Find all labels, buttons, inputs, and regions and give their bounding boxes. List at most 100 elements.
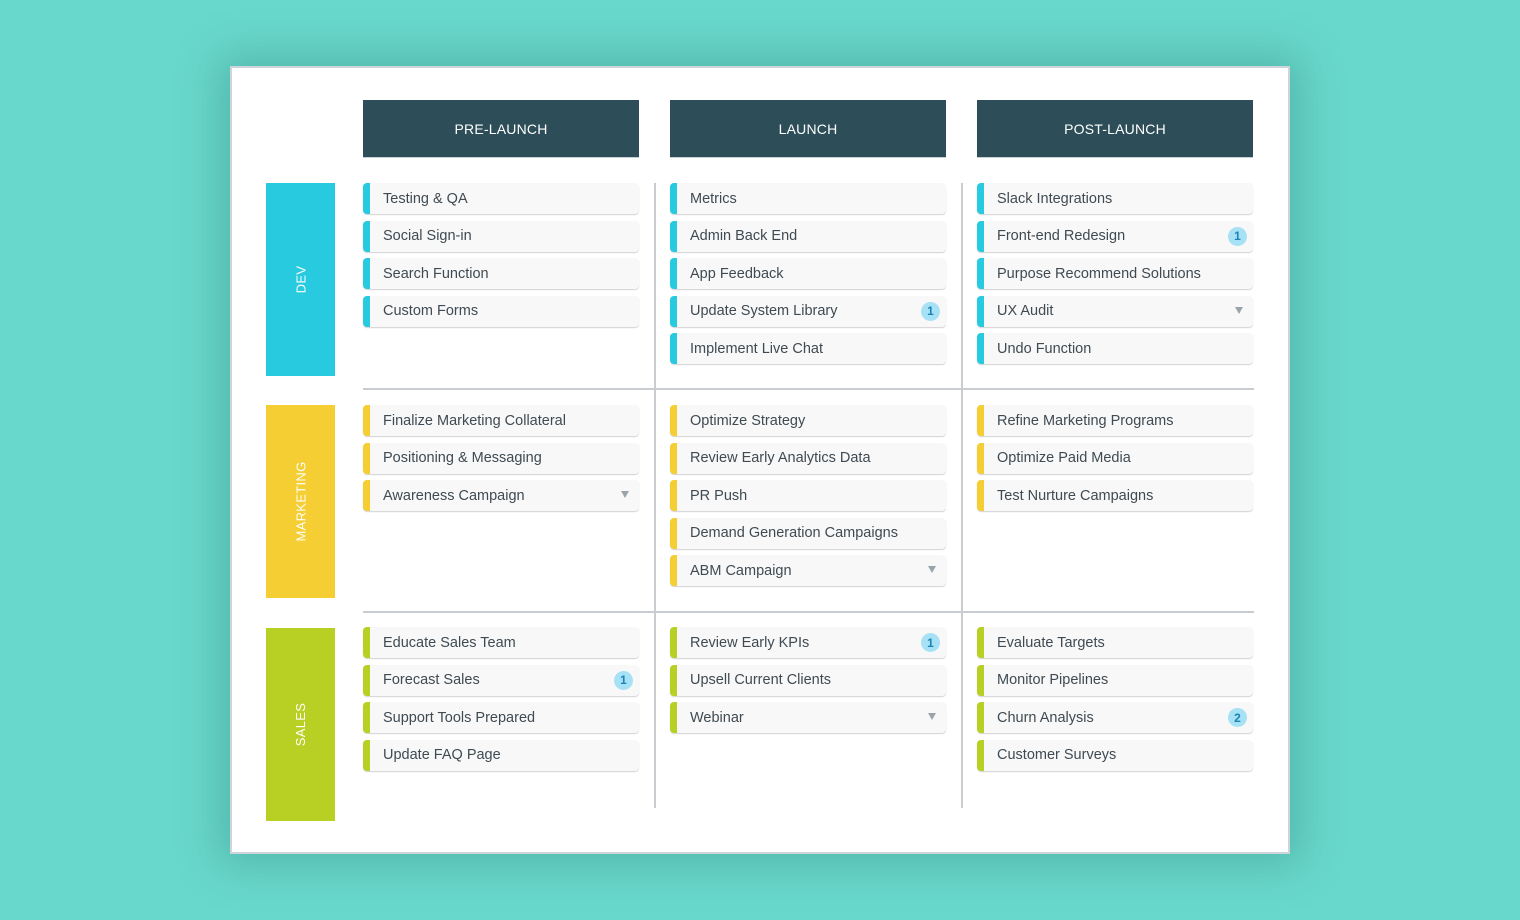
category-color-bar: [363, 405, 370, 436]
cell-marketing-launch: Optimize Strategy Review Early Analytics …: [670, 405, 946, 593]
category-color-bar: [363, 220, 370, 252]
task-label: Refine Marketing Programs: [997, 412, 1174, 429]
task-label: Finalize Marketing Collateral: [383, 412, 566, 429]
category-color-bar: [363, 295, 370, 327]
task-card[interactable]: Review Early Analytics Data: [670, 442, 946, 474]
task-label: Webinar: [690, 709, 744, 726]
task-label: Monitor Pipelines: [997, 672, 1109, 688]
cell-sales-pre-launch: Educate Sales Team Forecast Sales 1 Support…: [363, 627, 639, 777]
task-label: UX Audit: [997, 303, 1054, 319]
count-badge[interactable]: 2: [1228, 708, 1247, 727]
category-color-bar: [670, 480, 677, 511]
category-color-bar: [670, 405, 677, 436]
task-card[interactable]: Evaluate Targets: [977, 627, 1253, 658]
category-color-bar: [977, 480, 984, 511]
task-label: Support Tools Prepared: [383, 709, 536, 726]
task-card[interactable]: Update FAQ Page: [363, 739, 639, 771]
task-card[interactable]: Demand Generation Campaigns: [670, 517, 946, 549]
category-color-bar: [363, 480, 370, 511]
category-color-bar: [670, 664, 677, 696]
count-badge[interactable]: 1: [921, 633, 940, 652]
row-label-marketing: MARKETING: [266, 405, 335, 598]
task-card[interactable]: Educate Sales Team: [363, 627, 639, 658]
category-color-bar: [363, 258, 370, 289]
row-label-dev: DEV: [266, 183, 335, 376]
category-color-bar: [977, 183, 984, 214]
task-card[interactable]: ABM Campaign: [670, 555, 946, 586]
task-label: ABM Campaign: [690, 562, 792, 579]
task-label: Search Function: [383, 265, 489, 282]
category-color-bar: [977, 442, 984, 474]
category-color-bar: [977, 295, 984, 327]
task-label: Test Nurture Campaigns: [997, 487, 1154, 504]
task-card[interactable]: Awareness Campaign: [363, 480, 639, 511]
task-label: Purpose Recommend Solutions: [997, 265, 1201, 282]
task-card[interactable]: Purpose Recommend Solutions: [977, 258, 1253, 289]
task-label: Testing & QA: [383, 190, 468, 207]
task-card[interactable]: Admin Back End: [670, 220, 946, 252]
count-badge[interactable]: 1: [1228, 226, 1247, 246]
column-divider: [961, 183, 963, 808]
task-card[interactable]: Customer Surveys: [977, 739, 1253, 771]
task-card[interactable]: Refine Marketing Programs: [977, 405, 1253, 436]
task-label: Review Early Analytics Data: [690, 450, 871, 466]
category-color-bar: [670, 333, 677, 364]
task-card[interactable]: Testing & QA: [363, 183, 639, 214]
row-divider: [363, 388, 1254, 390]
task-card[interactable]: Slack Integrations: [977, 183, 1253, 214]
row-label-text: SALES: [292, 702, 308, 747]
count-badge[interactable]: 1: [614, 670, 633, 690]
task-card[interactable]: Undo Function: [977, 333, 1253, 364]
task-card[interactable]: Monitor Pipelines: [977, 664, 1253, 696]
category-color-bar: [670, 627, 677, 658]
category-color-bar: [977, 627, 984, 658]
task-label: Implement Live Chat: [690, 340, 823, 357]
task-card[interactable]: Social Sign-in: [363, 220, 639, 252]
category-color-bar: [363, 739, 370, 771]
task-label: Update FAQ Page: [383, 747, 501, 763]
task-label: Awareness Campaign: [383, 487, 525, 504]
caret-down-icon[interactable]: [1235, 306, 1243, 314]
task-label: Positioning & Messaging: [383, 450, 542, 466]
task-card[interactable]: Optimize Paid Media: [977, 442, 1253, 474]
category-color-bar: [670, 555, 677, 586]
task-card[interactable]: UX Audit: [977, 295, 1253, 327]
task-label: Review Early KPIs: [690, 634, 810, 651]
task-card[interactable]: Update System Library 1: [670, 295, 946, 327]
task-card[interactable]: Support Tools Prepared: [363, 702, 639, 733]
task-label: Upsell Current Clients: [690, 672, 832, 688]
task-card[interactable]: Implement Live Chat: [670, 333, 946, 364]
row-label-sales: SALES: [266, 628, 335, 821]
task-card[interactable]: Churn Analysis 2: [977, 702, 1253, 733]
caret-down-icon[interactable]: [928, 566, 936, 573]
count-badge[interactable]: 1: [921, 301, 940, 321]
caret-down-icon[interactable]: [621, 491, 629, 498]
task-label: Demand Generation Campaigns: [690, 525, 898, 541]
column-header-pre-launch: PRE-LAUNCH: [363, 100, 639, 158]
task-label: Churn Analysis: [997, 709, 1094, 726]
task-card[interactable]: Webinar: [670, 702, 946, 733]
task-card[interactable]: Review Early KPIs 1: [670, 627, 946, 658]
task-card[interactable]: Upsell Current Clients: [670, 664, 946, 696]
category-color-bar: [670, 258, 677, 289]
category-color-bar: [977, 702, 984, 733]
task-card[interactable]: Custom Forms: [363, 295, 639, 327]
task-label: Customer Surveys: [997, 747, 1117, 763]
task-card[interactable]: Front-end Redesign 1: [977, 220, 1253, 252]
task-card[interactable]: Metrics: [670, 183, 946, 214]
task-card[interactable]: App Feedback: [670, 258, 946, 289]
task-card[interactable]: Positioning & Messaging: [363, 442, 639, 474]
category-color-bar: [363, 702, 370, 733]
task-label: Optimize Strategy: [690, 412, 806, 429]
task-card[interactable]: PR Push: [670, 480, 946, 511]
category-color-bar: [670, 183, 677, 214]
task-card[interactable]: Search Function: [363, 258, 639, 289]
task-label: App Feedback: [690, 265, 784, 282]
task-label: Evaluate Targets: [997, 634, 1105, 651]
cell-dev-pre-launch: Testing & QA Social Sign-in Search Functio…: [363, 183, 639, 333]
task-card[interactable]: Test Nurture Campaigns: [977, 480, 1253, 511]
caret-down-icon[interactable]: [928, 713, 936, 720]
task-card[interactable]: Optimize Strategy: [670, 405, 946, 436]
task-card[interactable]: Forecast Sales 1: [363, 664, 639, 696]
task-card[interactable]: Finalize Marketing Collateral: [363, 405, 639, 436]
